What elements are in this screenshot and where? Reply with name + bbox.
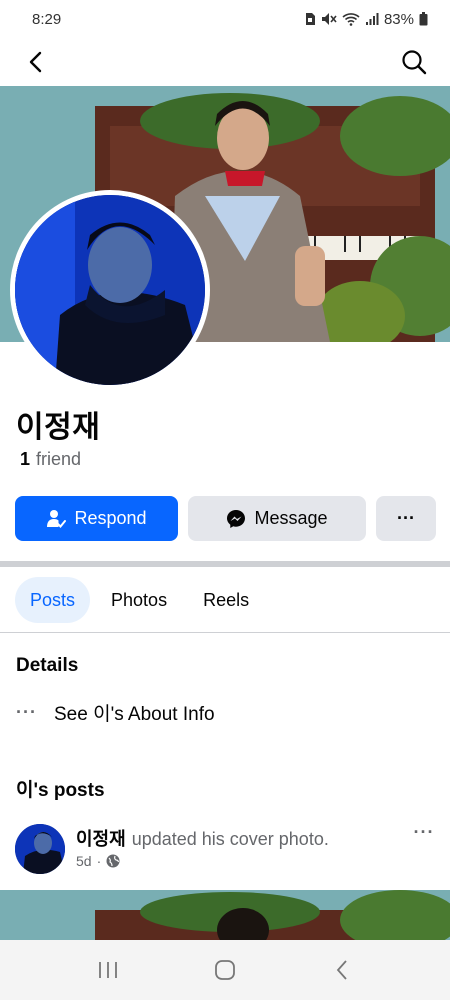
post-time[interactable]: 5d: [76, 853, 92, 869]
home-icon: [215, 960, 235, 980]
more-actions-button[interactable]: ···: [376, 496, 436, 541]
back-icon: [336, 960, 347, 980]
home-button[interactable]: [205, 950, 245, 990]
profile-tabs: Posts Photos Reels: [15, 577, 264, 623]
tab-posts[interactable]: Posts: [15, 577, 91, 623]
person-check-icon: [47, 509, 67, 528]
recents-button[interactable]: [88, 950, 128, 990]
tabs-divider: [0, 632, 450, 633]
signal-icon: [365, 13, 379, 25]
tab-photos[interactable]: Photos: [96, 577, 182, 623]
search-icon: [402, 50, 427, 75]
system-back-button[interactable]: [322, 950, 362, 990]
sim-icon: [305, 13, 315, 25]
section-divider: [0, 561, 450, 567]
wifi-icon: [342, 13, 360, 26]
profile-name: 이정재: [16, 411, 101, 444]
see-about-info-link[interactable]: ··· See 이's About Info: [16, 698, 215, 726]
post-author-avatar[interactable]: [15, 824, 65, 874]
post-options-button[interactable]: ···: [408, 822, 440, 846]
tab-reels[interactable]: Reels: [188, 577, 264, 623]
post-image-preview: [0, 890, 450, 940]
battery-icon: [419, 12, 428, 26]
about-info-label: See 이's About Info: [54, 703, 215, 725]
post-meta: 5d ·: [76, 853, 120, 869]
friend-count: 1: [20, 449, 31, 469]
avatar-image: [15, 195, 205, 385]
profile-avatar[interactable]: [10, 190, 210, 390]
respond-label: Respond: [74, 508, 147, 528]
globe-icon: [106, 854, 120, 868]
back-button[interactable]: [18, 44, 54, 80]
status-time: 8:29: [32, 10, 62, 28]
message-label: Message: [254, 508, 328, 528]
status-bar: 8:29 83%: [0, 0, 450, 38]
battery-percent: 83%: [383, 10, 414, 28]
meta-separator: ·: [96, 853, 102, 869]
dots-icon: ···: [16, 701, 37, 722]
post-action-text: updated his cover photo.: [131, 829, 329, 849]
system-nav-bar: [0, 940, 450, 1000]
respond-button[interactable]: Respond: [15, 496, 178, 541]
mute-icon: [321, 13, 337, 25]
search-button[interactable]: [396, 44, 432, 80]
status-icons: 83%: [304, 11, 428, 28]
recents-icon: [99, 962, 118, 978]
details-heading: Details: [16, 655, 79, 676]
top-nav: [0, 38, 450, 86]
friend-count-line[interactable]: 1 friend: [20, 449, 81, 470]
more-dots-icon: ···: [397, 508, 415, 528]
messenger-icon: [227, 509, 246, 528]
back-arrow-icon: [29, 51, 42, 73]
profile-actions: Respond Message ···: [15, 496, 436, 541]
post-headline: 이정재 updated his cover photo.: [76, 825, 329, 851]
post-header: 이정재 updated his cover photo. 5d · ···: [15, 822, 440, 878]
friend-label: friend: [36, 449, 82, 469]
posts-heading: 이's posts: [16, 780, 105, 801]
post-image[interactable]: [0, 890, 450, 940]
message-button[interactable]: Message: [188, 496, 366, 541]
post-author-name[interactable]: 이정재: [76, 829, 126, 849]
